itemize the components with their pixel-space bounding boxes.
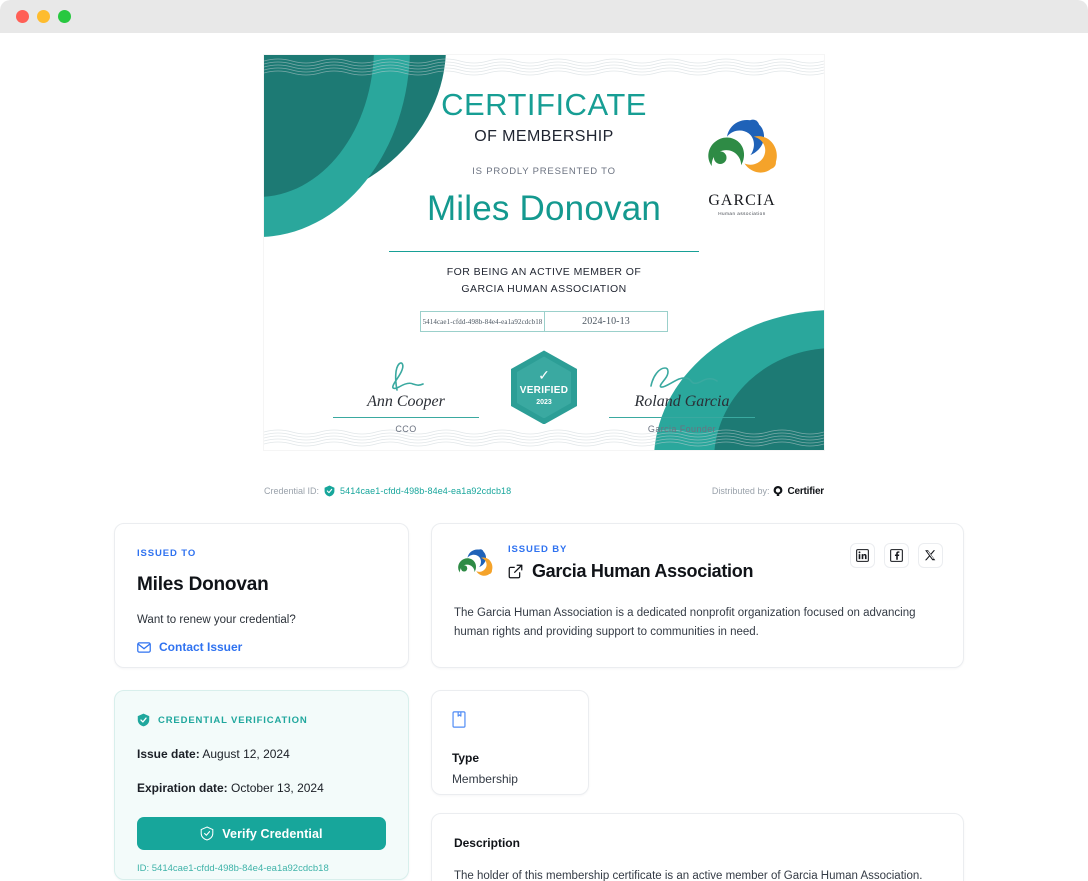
expiration-date-label: Expiration date: bbox=[137, 781, 228, 795]
contact-issuer-link[interactable]: Contact Issuer bbox=[137, 640, 386, 654]
window-titlebar bbox=[0, 0, 1088, 33]
credential-id-group: Credential ID: 5414cae1-cfdd-498b-84e4-e… bbox=[264, 485, 511, 497]
issuer-logo bbox=[454, 547, 496, 588]
shield-check-icon bbox=[324, 485, 335, 497]
garcia-logo: GARCIA Human association bbox=[700, 115, 784, 216]
expiration-date-row: Expiration date: October 13, 2024 bbox=[137, 781, 386, 795]
signature-mark-right bbox=[609, 358, 755, 392]
x-twitter-link[interactable] bbox=[918, 543, 943, 568]
certificate-reason-line-2: GARCIA HUMAN ASSOCIATION bbox=[461, 283, 627, 296]
left-column: ISSUED TO Miles Donovan Want to renew yo… bbox=[114, 523, 409, 881]
garcia-wordmark: GARCIA bbox=[708, 192, 776, 209]
verified-badge-text: ✓ VERIFIED 2023 bbox=[520, 368, 569, 406]
certificate-footer-bar: Credential ID: 5414cae1-cfdd-498b-84e4-e… bbox=[264, 485, 824, 497]
garcia-tagline: Human association bbox=[718, 211, 766, 216]
verification-id-line: ID: 5414cae1-cfdd-498b-84e4-ea1a92cdcb18 bbox=[137, 863, 329, 874]
external-link-icon bbox=[508, 564, 523, 579]
facebook-link[interactable] bbox=[884, 543, 909, 568]
distributed-by-group: Distributed by: Certifier bbox=[712, 485, 824, 497]
issue-date-row: Issue date: August 12, 2024 bbox=[137, 747, 386, 761]
verification-heading-label: CREDENTIAL VERIFICATION bbox=[158, 714, 308, 726]
linkedin-link[interactable] bbox=[850, 543, 875, 568]
details-row: ISSUED TO Miles Donovan Want to renew yo… bbox=[114, 523, 964, 881]
credential-id-label: Credential ID: bbox=[264, 486, 320, 496]
type-label: Type bbox=[451, 751, 480, 765]
description-card: Description The holder of this membershi… bbox=[430, 813, 964, 881]
expiration-date-value: October 13, 2024 bbox=[231, 781, 324, 795]
certificate-reason-line-1: FOR BEING AN ACTIVE MEMBER OF bbox=[446, 266, 642, 279]
right-column: ISSUED BY Garcia Human Association The G… bbox=[430, 523, 964, 881]
signature-mark-left bbox=[333, 358, 479, 392]
certificate-canvas: GARCIA Human association CERTIFICATE OF … bbox=[264, 55, 824, 450]
distributed-by-label: Distributed by: bbox=[711, 486, 770, 496]
verified-badge-label: VERIFIED bbox=[519, 384, 569, 396]
signature-rule-left bbox=[333, 417, 479, 419]
verified-badge: ✓ VERIFIED 2023 bbox=[511, 350, 577, 425]
signature-name-right: Roland Garcia bbox=[634, 393, 730, 411]
contact-issuer-label: Contact Issuer bbox=[159, 640, 243, 654]
issue-date-value: August 12, 2024 bbox=[202, 747, 290, 761]
maximize-window-button[interactable] bbox=[58, 10, 71, 23]
signature-rule-right bbox=[609, 417, 755, 419]
issued-by-card: ISSUED BY Garcia Human Association The G… bbox=[430, 523, 964, 668]
social-links-group bbox=[850, 543, 943, 568]
page-body: GARCIA Human association CERTIFICATE OF … bbox=[0, 33, 1088, 881]
description-body: The holder of this membership certificat… bbox=[453, 870, 923, 881]
signature-role-right: Garcia Founder bbox=[647, 424, 717, 435]
verify-credential-label: Verify Credential bbox=[222, 826, 323, 841]
verify-credential-button[interactable]: Verify Credential bbox=[137, 817, 386, 850]
certificate-meta-boxes: 5414cae1-cfdd-498b-84e4-ea1a92cdcb18 202… bbox=[264, 311, 824, 333]
certificate-document-icon bbox=[452, 711, 466, 728]
garcia-pinwheel-icon bbox=[458, 549, 493, 576]
handwritten-signature-icon bbox=[650, 367, 718, 389]
issuer-organization-name: Garcia Human Association bbox=[531, 561, 754, 581]
verification-heading: CREDENTIAL VERIFICATION bbox=[137, 713, 386, 727]
issued-to-name: Miles Donovan bbox=[137, 574, 269, 595]
signature-name-left: Ann Cooper bbox=[367, 393, 445, 411]
check-icon: ✓ bbox=[538, 367, 550, 384]
browser-window: GARCIA Human association CERTIFICATE OF … bbox=[0, 0, 1088, 881]
details-section: ISSUED TO Miles Donovan Want to renew yo… bbox=[114, 523, 964, 881]
type-value: Membership bbox=[451, 772, 518, 786]
certificate-divider bbox=[389, 250, 699, 253]
close-window-button[interactable] bbox=[16, 10, 29, 23]
certificate-content: CERTIFICATE OF MEMBERSHIP IS PRODLY PRES… bbox=[264, 55, 824, 434]
garcia-pinwheel-icon bbox=[708, 119, 777, 173]
shield-check-icon bbox=[137, 713, 150, 727]
signature-block-left: Ann Cooper CCO bbox=[333, 358, 479, 434]
linkedin-icon bbox=[856, 549, 869, 562]
type-card: Type Membership bbox=[430, 690, 589, 795]
distributor-name: Certifier bbox=[787, 485, 824, 497]
certificate-id-box: 5414cae1-cfdd-498b-84e4-ea1a92cdcb18 bbox=[420, 311, 544, 333]
description-title: Description bbox=[453, 836, 520, 850]
handwritten-signature-icon bbox=[392, 362, 424, 392]
facebook-icon bbox=[890, 549, 903, 562]
minimize-window-button[interactable] bbox=[37, 10, 50, 23]
certificate-date-box: 2024-10-13 bbox=[544, 311, 668, 333]
credential-verification-card: CREDENTIAL VERIFICATION Issue date: Augu… bbox=[114, 690, 409, 880]
envelope-icon bbox=[137, 641, 151, 653]
certificate-preview[interactable]: GARCIA Human association CERTIFICATE OF … bbox=[264, 55, 824, 450]
issued-to-eyebrow: ISSUED TO bbox=[137, 548, 197, 559]
renew-question: Want to renew your credential? bbox=[137, 614, 296, 626]
issue-date-label: Issue date: bbox=[137, 747, 200, 761]
signature-role-left: CCO bbox=[395, 424, 417, 435]
credential-id-value[interactable]: 5414cae1-cfdd-498b-84e4-ea1a92cdcb18 bbox=[340, 486, 511, 496]
certificate-signature-row: Ann Cooper CCO ✓ VERIFIED 2023 Roland Ga… bbox=[264, 350, 824, 434]
issued-to-card: ISSUED TO Miles Donovan Want to renew yo… bbox=[114, 523, 409, 668]
signature-block-right: Roland Garcia Garcia Founder bbox=[609, 358, 755, 434]
verified-badge-year: 2023 bbox=[536, 398, 552, 406]
x-twitter-icon bbox=[924, 550, 936, 561]
certifier-logo-icon bbox=[774, 486, 783, 496]
issuer-description: The Garcia Human Association is a dedica… bbox=[453, 607, 916, 638]
shield-check-outline-icon bbox=[200, 826, 214, 841]
